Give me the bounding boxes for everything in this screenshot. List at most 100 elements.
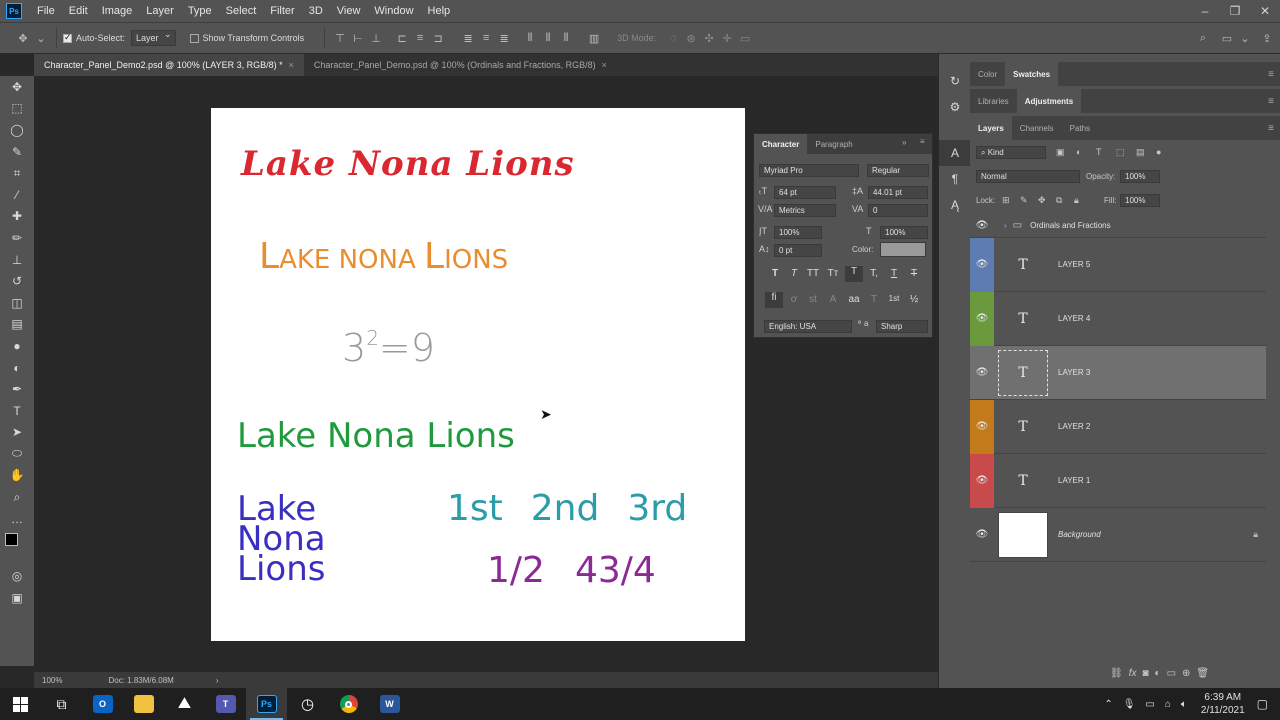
add-mask-icon[interactable]: ◙ <box>1142 668 1148 679</box>
canvas-text-layer-4[interactable]: Lake Nona Lions <box>237 416 515 456</box>
panel-menu-icon[interactable]: ≡ <box>1268 69 1274 80</box>
more-tools-icon[interactable]: … <box>0 508 34 530</box>
healing-brush-tool-icon[interactable]: ✚ <box>0 206 34 228</box>
tab-channels[interactable]: Channels <box>1012 116 1062 140</box>
canvas-text-layer-1[interactable]: Lake Nona Lions <box>241 144 575 184</box>
dodge-tool-icon[interactable]: ◐ <box>0 357 34 379</box>
word-icon[interactable]: W <box>369 688 410 720</box>
brush-tool-icon[interactable]: ✏ <box>0 227 34 249</box>
panel-menu-icon[interactable]: ≡ <box>1268 123 1274 134</box>
fractions-button[interactable]: ½ <box>905 294 923 310</box>
menu-edit[interactable]: Edit <box>62 5 95 17</box>
tab-character-panel-demo[interactable]: Character_Panel_Demo.psd @ 100% (Ordinal… <box>304 54 617 76</box>
superscript-button[interactable]: T <box>845 266 863 282</box>
screen-mode-icon[interactable]: ▣ <box>0 587 34 609</box>
lock-image-icon[interactable]: ✎ <box>1020 195 1028 206</box>
strikethrough-button[interactable]: T <box>905 268 923 284</box>
canvas-text-layer-2[interactable]: LAKE NONA LIONS <box>259 236 508 277</box>
move-tool-icon[interactable]: ✥ <box>14 29 32 47</box>
orbit-3d-icon[interactable]: ◌ <box>664 29 682 47</box>
menu-type[interactable]: Type <box>181 5 219 17</box>
delete-layer-icon[interactable]: 🗑︎ <box>1196 668 1209 679</box>
type-tool-icon[interactable]: T <box>0 400 34 422</box>
lock-position-icon[interactable]: ✥ <box>1038 195 1046 206</box>
kerning-field[interactable]: Metrics <box>774 204 836 217</box>
quick-select-tool-icon[interactable]: ✎ <box>0 141 34 163</box>
panel-menu-icon[interactable]: ≡ <box>920 137 925 146</box>
leading-field[interactable]: 44.01 pt <box>868 186 928 199</box>
distribute-hcenter-icon[interactable]: ⦀ <box>539 29 557 47</box>
swash-button[interactable]: st <box>804 294 822 310</box>
roll-3d-icon[interactable]: ⊛ <box>682 29 700 47</box>
marquee-tool-icon[interactable]: ⬚ <box>0 98 34 120</box>
baseline-shift-field[interactable]: 0 pt <box>774 244 822 257</box>
menu-image[interactable]: Image <box>95 5 140 17</box>
distribute-bottom-icon[interactable]: ≣ <box>495 29 513 47</box>
old-style-button[interactable]: ơ <box>785 294 803 310</box>
adjustment-layer-icon[interactable]: ◐ <box>1155 668 1161 679</box>
fill-field[interactable]: 100% <box>1120 194 1160 207</box>
auto-align-icon[interactable]: ▥ <box>585 29 603 47</box>
blend-mode-select[interactable]: Normal <box>976 170 1080 183</box>
properties-panel-icon[interactable]: ⚙ <box>939 94 971 120</box>
font-family-select[interactable]: Myriad Pro <box>759 164 859 177</box>
filter-type-icon[interactable]: T <box>1096 147 1102 157</box>
layer-row-1[interactable]: 👁︎ T LAYER 1 <box>970 453 1266 508</box>
opacity-field[interactable]: 100% <box>1120 170 1160 183</box>
visibility-eye-icon[interactable]: 👁︎ <box>970 291 994 346</box>
all-caps-button[interactable]: TT <box>804 268 822 284</box>
menu-window[interactable]: Window <box>367 5 420 17</box>
move-tool-icon[interactable]: ✥ <box>0 76 34 98</box>
menu-3d[interactable]: 3D <box>302 5 330 17</box>
tab-layers[interactable]: Layers <box>970 116 1012 140</box>
auto-select-dropdown[interactable]: Layer <box>131 29 176 46</box>
tab-paths[interactable]: Paths <box>1062 116 1098 140</box>
chevron-up-icon[interactable]: ⌃ <box>1104 699 1112 710</box>
collapse-icon[interactable]: » <box>902 138 906 147</box>
volume-icon[interactable]: 🔈︎ <box>1181 699 1187 710</box>
titling-alternates-button[interactable]: aa <box>845 294 863 310</box>
drag-3d-icon[interactable]: ✣ <box>700 29 718 47</box>
filter-adjustment-icon[interactable]: ◐ <box>1076 147 1081 157</box>
visibility-eye-icon[interactable]: 👁︎ <box>970 214 994 238</box>
workspace-dropdown-icon[interactable]: ⌄ <box>1236 29 1254 47</box>
scale-3d-icon[interactable]: ▭ <box>736 29 754 47</box>
canvas-text-layer-3[interactable]: 32=9 <box>342 326 435 370</box>
menu-view[interactable]: View <box>330 5 368 17</box>
antialias-select[interactable]: Sharp <box>876 320 928 333</box>
hand-tool-icon[interactable]: ✋ <box>0 465 34 487</box>
faux-italic-button[interactable]: T <box>785 268 803 284</box>
align-hcenter-icon[interactable]: ≡ <box>411 29 429 47</box>
outlook-icon[interactable]: O <box>82 688 123 720</box>
layer-group-row[interactable]: 👁︎ › ▭ Ordinals and Fractions <box>970 214 1266 238</box>
share-icon[interactable]: ⇪ <box>1258 29 1276 47</box>
path-select-tool-icon[interactable]: ➤ <box>0 422 34 444</box>
canvas-text-ordinals[interactable]: 1st 2nd 3rd <box>447 488 687 529</box>
photoshop-taskbar-icon[interactable]: Ps <box>246 688 287 720</box>
paragraph-panel-icon[interactable]: ¶ <box>939 166 971 192</box>
new-layer-icon[interactable]: ⊕ <box>1182 668 1190 679</box>
transform-controls-checkbox[interactable] <box>189 33 199 43</box>
filter-pixel-icon[interactable]: ▣ <box>1056 147 1065 158</box>
status-menu-icon[interactable]: › <box>216 676 219 685</box>
tab-character-panel-demo2[interactable]: Character_Panel_Demo2.psd @ 100% (LAYER … <box>34 54 304 76</box>
blur-tool-icon[interactable]: ● <box>0 335 34 357</box>
visibility-eye-icon[interactable]: 👁︎ <box>970 399 994 454</box>
distribute-vcenter-icon[interactable]: ≡ <box>477 29 495 47</box>
stylistic-alternates-button[interactable]: A <box>824 294 842 310</box>
zoom-level[interactable]: 100% <box>42 676 62 685</box>
quick-mask-icon[interactable]: ◎ <box>0 565 34 587</box>
visibility-eye-icon[interactable]: 👁︎ <box>970 453 994 508</box>
lock-artboard-icon[interactable]: ⧉ <box>1056 195 1062 206</box>
shape-tool-icon[interactable]: ⬭ <box>0 443 34 465</box>
teams-icon[interactable]: T <box>205 688 246 720</box>
microphone-icon[interactable]: 🎙︎ <box>1123 699 1136 710</box>
visibility-eye-icon[interactable]: 👁︎ <box>970 508 994 562</box>
chrome-icon[interactable] <box>328 688 369 720</box>
canvas-text-layer-5-stack[interactable]: Lake Nona Lions <box>237 492 326 586</box>
eyedropper-tool-icon[interactable]: ⁄ <box>0 184 34 206</box>
eraser-tool-icon[interactable]: ◫ <box>0 292 34 314</box>
text-color-swatch[interactable] <box>880 242 926 257</box>
clock-app-icon[interactable]: ◷ <box>287 688 328 720</box>
tab-adjustments[interactable]: Adjustments <box>1016 89 1082 113</box>
